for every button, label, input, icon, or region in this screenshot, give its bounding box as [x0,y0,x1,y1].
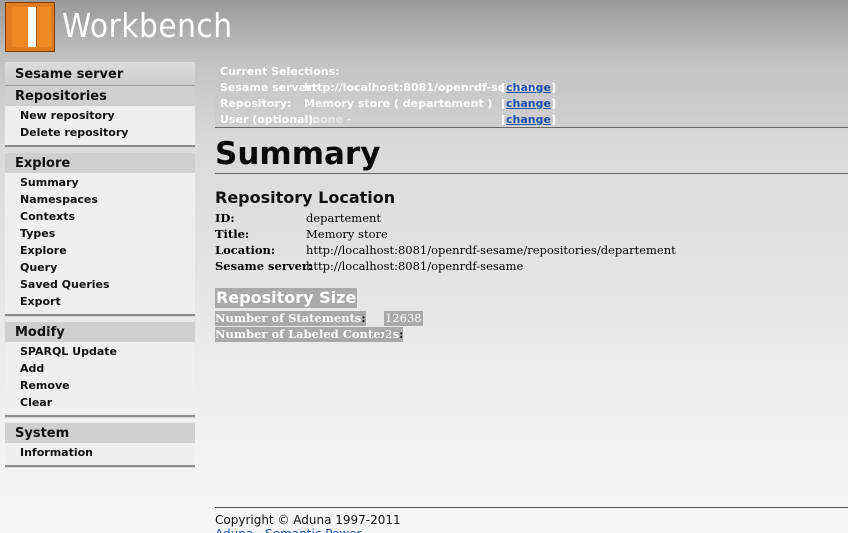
location-value: departement [306,211,382,225]
change-repository-link[interactable]: change [506,97,551,110]
sidebar-item-sesame-server[interactable]: Sesame server [5,62,195,86]
sidebar-item-saved-queries[interactable]: Saved Queries [5,276,195,293]
sidebar-item-types[interactable]: Types [5,225,195,242]
location-row-location: Location: http://localhost:8081/openrdf-… [215,242,835,258]
sidebar-item-information[interactable]: Information [5,444,195,461]
sidebar-list-system: Information [5,443,195,467]
sidebar-item-sparql-update[interactable]: SPARQL Update [5,343,195,360]
sidebar-item-summary[interactable]: Summary [5,174,195,191]
title-divider [215,173,848,174]
sidebar-list-explore: Summary Namespaces Contexts Types Explor… [5,173,195,316]
sidebar-item-remove[interactable]: Remove [5,377,195,394]
sidebar-item-explore[interactable]: Explore [5,242,195,259]
location-row-id: ID: departement [215,210,835,226]
sidebar-heading-modify: Modify [5,322,195,342]
location-value: http://localhost:8081/openrdf-sesame/rep… [306,243,676,257]
location-value: http://localhost:8081/openrdf-sesame [306,259,524,273]
logo-bar-right [36,7,51,47]
sidebar-item-contexts[interactable]: Contexts [5,208,195,225]
repository-size-heading: Repository Size [215,288,358,308]
location-label: Title: [215,227,250,241]
current-selections-title: Current Selections: [220,65,340,78]
sidebar-item-namespaces[interactable]: Namespaces [5,191,195,208]
footer-copyright: Copyright © Aduna 1997-2011 [215,513,401,527]
location-row-server: Sesame server: http://localhost:8081/ope… [215,258,835,274]
sidebar-heading-repositories: Repositories [5,86,195,106]
current-selections-panel: Current Selections: Sesame server: http:… [215,62,848,128]
sidebar-item-delete-repository[interactable]: Delete repository [5,124,195,141]
location-label: Location: [215,243,276,257]
selection-row-user: User (optional): - none - [change] [220,112,840,128]
logo-bar-middle [28,7,36,47]
sidebar-item-new-repository[interactable]: New repository [5,107,195,124]
location-row-title: Title: Memory store [215,226,835,242]
size-label: Number of Labeled Contexts: [215,327,404,342]
sidebar-item-add[interactable]: Add [5,360,195,377]
selection-label: Sesame server: [220,81,316,94]
repository-location-heading: Repository Location [215,188,396,207]
sidebar-list-repositories: New repository Delete repository [5,106,195,147]
selection-value: - none - [304,113,352,126]
sidebar-item-export[interactable]: Export [5,293,195,310]
sidebar-heading-system: System [5,423,195,443]
size-value: 2 [384,327,394,342]
location-value: Memory store [306,227,388,241]
footer-aduna-link[interactable]: Aduna - Semantic Power [215,527,362,533]
footer-divider [215,507,848,508]
location-label: ID: [215,211,235,225]
workbench-logo-icon [5,2,55,52]
change-server-link[interactable]: change [506,81,551,94]
change-server-wrapper: [change] [501,81,557,94]
sidebar-heading-explore: Explore [5,153,195,173]
sidebar-item-query[interactable]: Query [5,259,195,276]
sidebar-item-clear[interactable]: Clear [5,394,195,411]
size-label: Number of Statements: [215,311,366,326]
change-user-link[interactable]: change [506,113,551,126]
change-user-wrapper: [change] [501,113,557,126]
change-repository-wrapper: [change] [501,97,557,110]
sidebar-nav: Sesame server Repositories New repositor… [5,62,195,473]
sidebar-list-modify: SPARQL Update Add Remove Clear [5,342,195,417]
logo-bar-left [12,7,29,47]
selection-value: Memory store ( departement ) [304,97,493,110]
brand-title: Workbench [62,6,233,45]
page-title: Summary [215,136,381,172]
size-value: 12638 [384,311,423,326]
selection-row-repository: Repository: Memory store ( departement )… [220,96,840,112]
selection-label: Repository: [220,97,292,110]
selection-row-server: Sesame server: http://localhost:8081/ope… [220,80,840,96]
location-label: Sesame server: [215,259,313,273]
